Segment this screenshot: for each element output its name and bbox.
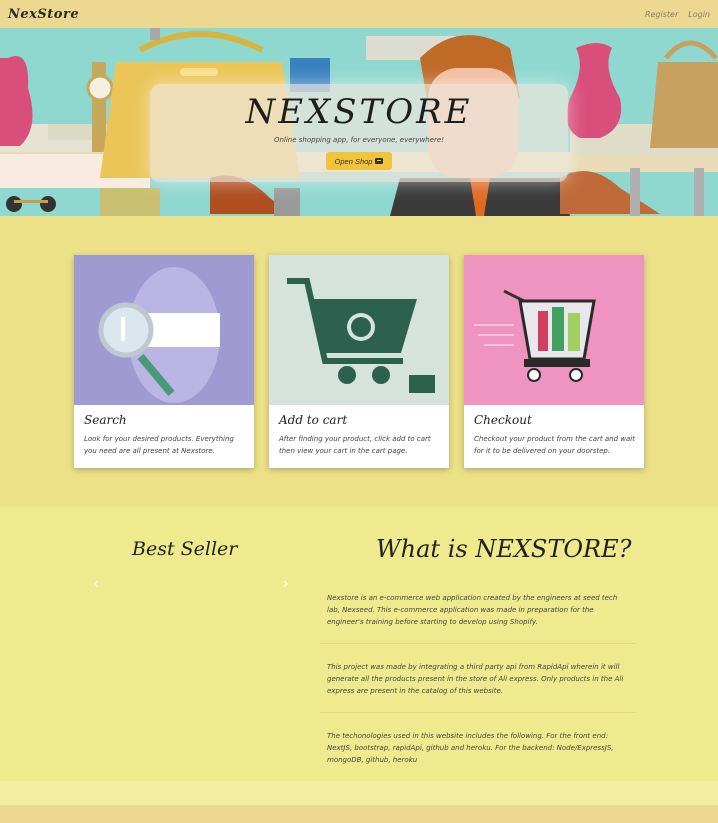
brand-logo[interactable]: NexStore (8, 7, 79, 22)
feature-card-search: Search Look for your desired products. E… (74, 255, 254, 468)
feature-title: Add to cart (279, 413, 348, 427)
search-illustration (74, 255, 254, 405)
feature-text: Look for your desired products. Everythi… (84, 435, 234, 455)
feature-text: Checkout your product from the cart and … (474, 435, 635, 455)
feature-card-checkout: Checkout Checkout your product from the … (464, 255, 644, 468)
hero-overlay-box: NEXSTORE Online shopping app, for everyo… (150, 84, 568, 182)
chevron-left-icon[interactable]: ‹ (93, 576, 99, 592)
feature-title: Search (84, 413, 127, 427)
checkout-illustration (464, 255, 644, 405)
feature-title: Checkout (474, 413, 532, 427)
nav-links: Register Login (645, 10, 710, 19)
shop-icon (375, 158, 384, 164)
about-title: What is NEXSTORE? (376, 535, 632, 563)
footer-strip (0, 781, 718, 805)
open-shop-label: Open Shop (334, 156, 373, 166)
hero-title: NEXSTORE (245, 92, 473, 132)
divider (320, 643, 636, 644)
open-shop-button[interactable]: Open Shop (326, 152, 392, 170)
hero-banner: NEXSTORE Online shopping app, for everyo… (0, 28, 718, 216)
feature-text: After finding your product, click add to… (279, 435, 431, 455)
hero-subtitle: Online shopping app, for everyone, every… (273, 136, 445, 144)
cart-illustration (269, 255, 449, 405)
divider (320, 712, 636, 713)
best-seller-title: Best Seller (132, 538, 238, 560)
footer (0, 805, 718, 823)
login-link[interactable]: Login (688, 10, 710, 19)
feature-card-add-to-cart: Add to cart After finding your product, … (269, 255, 449, 468)
about-paragraph: This project was made by integrating a t… (327, 663, 624, 695)
register-link[interactable]: Register (645, 10, 678, 19)
navbar: NexStore Register Login (0, 0, 718, 28)
about-paragraph: The techonologies used in this website i… (327, 732, 614, 764)
chevron-right-icon[interactable]: › (283, 576, 289, 592)
about-paragraph: Nexstore is an e-commerce web applicatio… (327, 594, 618, 626)
